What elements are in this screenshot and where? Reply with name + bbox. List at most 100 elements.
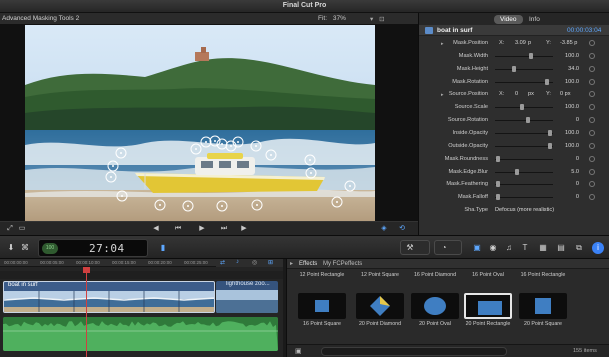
timeline[interactable]: 00:00:00:00 00:00:05:00 00:00:10:00 00:00:1… bbox=[0, 259, 283, 357]
keyframe-icon[interactable] bbox=[589, 142, 595, 149]
audio-meters-icon[interactable]: ▮ bbox=[156, 241, 170, 254]
keyframe-icon[interactable] bbox=[589, 168, 595, 175]
param-slider[interactable] bbox=[495, 129, 553, 136]
param-x-value[interactable]: 0 bbox=[515, 91, 518, 97]
keyframe-icon[interactable] bbox=[589, 129, 595, 136]
param-value[interactable]: 0 bbox=[557, 156, 579, 162]
keyframe-icon[interactable] bbox=[589, 181, 595, 188]
effect-label[interactable]: 16 Point Diamond bbox=[406, 272, 464, 278]
param-slider[interactable] bbox=[495, 142, 553, 149]
import-icon[interactable]: ⬇ bbox=[4, 241, 18, 254]
transitions-icon[interactable]: ⧉ bbox=[572, 241, 586, 254]
fullscreen-icon[interactable]: ⤢ bbox=[4, 224, 16, 234]
view-options-icon[interactable]: ▾ ⊡ bbox=[370, 15, 387, 23]
param-value[interactable]: 100.0 bbox=[557, 53, 579, 59]
viewer-zoom[interactable]: Fit: 37% bbox=[318, 15, 346, 22]
slider-knob[interactable] bbox=[520, 104, 525, 111]
effects-search-field[interactable] bbox=[321, 347, 507, 356]
timeline-clip-lighthouse[interactable]: lighthouse zoo... bbox=[216, 281, 278, 313]
effect-label[interactable]: 12 Point Rectangle bbox=[293, 272, 351, 278]
slider-knob[interactable] bbox=[528, 52, 533, 59]
effect-label[interactable]: 20 Point Rectangle bbox=[459, 321, 517, 327]
rewind-icon[interactable]: ⏮ bbox=[172, 224, 184, 234]
param-slider[interactable] bbox=[495, 52, 553, 59]
play-icon[interactable]: ▶ bbox=[196, 224, 208, 234]
keyframe-icon[interactable] bbox=[589, 117, 595, 124]
music-browser-icon[interactable]: ♫ bbox=[502, 241, 516, 254]
keyframe-icon[interactable] bbox=[589, 91, 595, 98]
param-y-value[interactable]: 0 px bbox=[560, 91, 571, 97]
playhead[interactable] bbox=[86, 267, 87, 357]
slider-knob[interactable] bbox=[511, 65, 516, 72]
mask-shape-overlay[interactable] bbox=[25, 25, 375, 221]
effect-thumbnail[interactable] bbox=[356, 293, 404, 319]
effect-label[interactable]: 20 Point Diamond bbox=[351, 321, 409, 327]
photo-browser-icon[interactable]: ◉ bbox=[486, 241, 500, 254]
slider-knob[interactable] bbox=[496, 181, 501, 188]
color-board-icon[interactable]: ◈ bbox=[378, 224, 390, 234]
snapping-icon[interactable]: ⊞ bbox=[268, 259, 273, 266]
param-y-value[interactable]: -3.85 p bbox=[560, 40, 577, 46]
effect-label[interactable]: 16 Point Square bbox=[293, 321, 351, 327]
param-popup[interactable]: Defocus (more realistic) bbox=[495, 207, 554, 213]
loop-icon[interactable]: ⟲ bbox=[396, 224, 408, 234]
keyframe-icon[interactable] bbox=[589, 40, 595, 46]
param-slider[interactable] bbox=[495, 117, 553, 124]
effect-label[interactable]: 12 Point Square bbox=[351, 272, 409, 278]
param-value[interactable]: 100.0 bbox=[557, 143, 579, 149]
effect-thumbnail[interactable] bbox=[519, 293, 567, 319]
disclosure-icon[interactable]: ▸ bbox=[290, 260, 293, 267]
slider-knob[interactable] bbox=[525, 117, 530, 124]
disclosure-icon[interactable]: ▸ bbox=[441, 41, 444, 47]
param-slider[interactable] bbox=[495, 168, 553, 175]
next-icon[interactable]: ⏭ bbox=[218, 224, 230, 234]
slider-knob[interactable] bbox=[548, 129, 553, 136]
keyframe-icon[interactable] bbox=[589, 78, 595, 85]
title-browser-icon[interactable]: T bbox=[518, 241, 532, 254]
effect-label[interactable]: 16 Point Oval bbox=[459, 272, 517, 278]
effect-thumbnail[interactable] bbox=[411, 293, 459, 319]
effect-thumbnail[interactable] bbox=[464, 293, 512, 319]
param-value[interactable]: 5.0 bbox=[557, 169, 579, 175]
themes-icon[interactable]: ▤ bbox=[554, 241, 568, 254]
param-slider[interactable] bbox=[495, 104, 553, 111]
skimming-icon[interactable]: ⇄ bbox=[220, 259, 225, 266]
transform-icon[interactable]: ▭ bbox=[16, 224, 28, 234]
param-slider[interactable] bbox=[495, 155, 553, 162]
param-value[interactable]: 100.0 bbox=[557, 104, 579, 110]
param-value[interactable]: 100.0 bbox=[557, 130, 579, 136]
effects-folder[interactable]: My FCPeffects bbox=[323, 261, 362, 267]
generators-icon[interactable]: ▦ bbox=[536, 241, 550, 254]
audio-skimming-icon[interactable]: ♪ bbox=[236, 259, 239, 265]
effect-label[interactable]: 16 Point Rectangle bbox=[514, 272, 572, 278]
effect-label[interactable]: 20 Point Oval bbox=[406, 321, 464, 327]
speed-menu[interactable]: ◔ bbox=[434, 240, 462, 255]
info-icon[interactable]: i bbox=[592, 242, 604, 254]
tools-menu[interactable]: ⚒ bbox=[400, 240, 430, 255]
keyword-icon[interactable]: ⌘ bbox=[18, 241, 32, 254]
keyframe-icon[interactable] bbox=[589, 155, 595, 162]
slider-knob[interactable] bbox=[548, 142, 553, 149]
slider-knob[interactable] bbox=[514, 168, 519, 175]
previous-icon[interactable]: ◀ bbox=[150, 224, 162, 234]
keyframe-icon[interactable] bbox=[589, 104, 595, 111]
disclosure-icon[interactable]: ▸ bbox=[441, 92, 444, 98]
solo-icon[interactable]: ◎ bbox=[252, 259, 257, 266]
audio-waveform-track[interactable] bbox=[3, 317, 278, 351]
param-value[interactable]: 34.0 bbox=[557, 66, 579, 72]
param-slider[interactable] bbox=[495, 65, 553, 72]
clip-appearance-icon[interactable]: ▣ bbox=[470, 241, 484, 254]
param-x-value[interactable]: 3.09 bbox=[515, 40, 526, 46]
forward-icon[interactable]: ▶ bbox=[238, 224, 250, 234]
timeline-clip-boat-in-surf[interactable]: boat in surf bbox=[3, 281, 215, 313]
timecode-display[interactable]: 100 27:04 bbox=[38, 239, 148, 257]
keyframe-icon[interactable] bbox=[589, 194, 595, 201]
param-slider[interactable] bbox=[495, 78, 553, 85]
effect-label[interactable]: 20 Point Square bbox=[514, 321, 572, 327]
viewer[interactable] bbox=[0, 25, 418, 221]
effect-thumbnail[interactable] bbox=[298, 293, 346, 319]
param-value[interactable]: 100.0 bbox=[557, 79, 579, 85]
keyframe-icon[interactable] bbox=[589, 52, 595, 59]
keyframe-icon[interactable] bbox=[589, 65, 595, 72]
tab-video[interactable]: Video bbox=[494, 15, 523, 24]
